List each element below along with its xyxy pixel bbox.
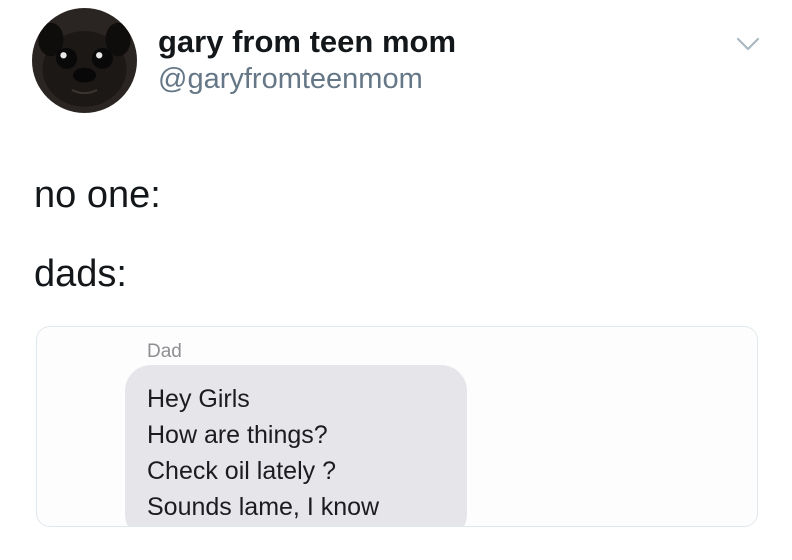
user-handle[interactable]: @garyfromteenmom (158, 63, 423, 96)
pug-avatar-icon (32, 8, 137, 113)
message-sender: Dad (147, 341, 182, 362)
message-line: Hey Girls (147, 385, 250, 413)
message-screenshot[interactable]: Dad Hey Girls How are things? Check oil … (36, 326, 758, 527)
message-line: Check oil lately ? (147, 457, 336, 485)
message-line: How are things? (147, 421, 328, 449)
message-bubble: Hey Girls How are things? Check oil late… (125, 365, 467, 526)
avatar[interactable] (32, 8, 137, 113)
tweet-text-line: no one: (34, 174, 161, 216)
chevron-down-icon[interactable] (734, 34, 762, 54)
message-line: Sounds lame, I know (147, 493, 380, 521)
tweet-text-line: dads: (34, 253, 127, 295)
display-name[interactable]: gary from teen mom (158, 24, 456, 60)
tweet-card: gary from teen mom @garyfromteenmom no o… (0, 0, 792, 560)
